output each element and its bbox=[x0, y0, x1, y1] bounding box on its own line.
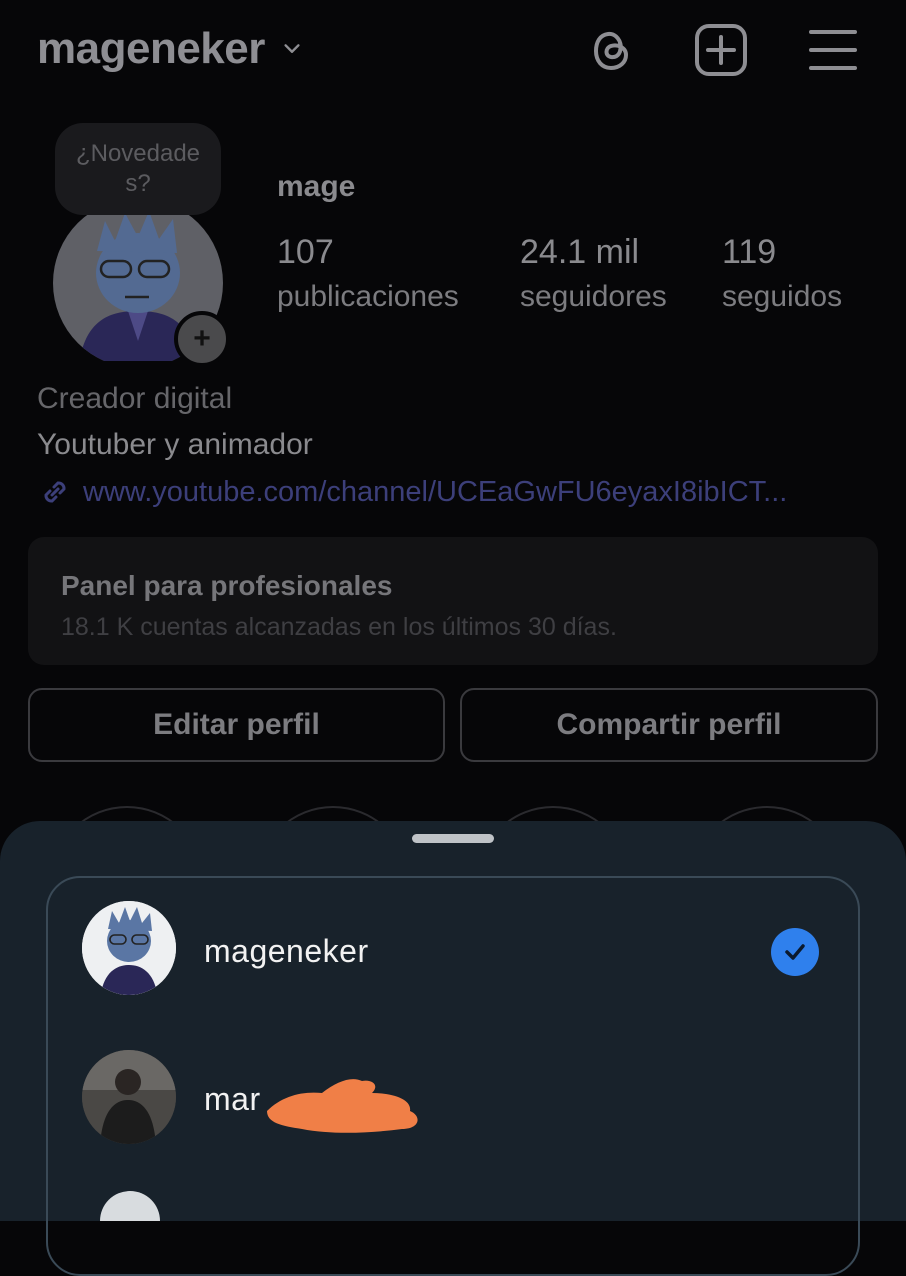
profile-username: mageneker bbox=[37, 24, 265, 73]
followers-label: seguidores bbox=[520, 280, 667, 313]
posts-count: 107 bbox=[277, 233, 334, 271]
professional-dashboard[interactable]: Panel para profesionales 18.1 K cuentas … bbox=[28, 537, 878, 665]
account-name[interactable]: mageneker bbox=[204, 933, 369, 970]
display-name: mage bbox=[277, 170, 356, 203]
sheet-drag-handle[interactable] bbox=[412, 834, 494, 843]
add-post-icon[interactable] bbox=[691, 20, 751, 80]
following-stat[interactable]: 119 seguidos bbox=[722, 233, 842, 314]
posts-stat[interactable]: 107 publicaciones bbox=[277, 233, 459, 314]
notes-bubble[interactable]: ¿Novedades? bbox=[55, 123, 221, 215]
add-story-icon[interactable]: + bbox=[174, 311, 230, 367]
professional-dashboard-subtitle: 18.1 K cuentas alcanzadas en los últimos… bbox=[61, 613, 617, 641]
chevron-down-icon bbox=[284, 44, 300, 53]
threads-icon[interactable] bbox=[581, 20, 641, 80]
profile-bio: Youtuber y animador bbox=[37, 428, 313, 461]
menu-icon[interactable] bbox=[803, 20, 863, 80]
account-avatar[interactable] bbox=[82, 901, 176, 995]
account-switcher-sheet: mageneker mar bbox=[0, 821, 906, 1276]
share-profile-button[interactable]: Compartir perfil bbox=[460, 688, 878, 762]
profile-link[interactable]: www.youtube.com/channel/UCEaGwFU6eyaxI8i… bbox=[37, 474, 787, 510]
account-switcher-toggle[interactable]: mageneker bbox=[37, 24, 303, 74]
posts-label: publicaciones bbox=[277, 280, 459, 313]
account-name[interactable]: mar bbox=[204, 1081, 261, 1118]
redaction-scribble bbox=[267, 1079, 418, 1133]
following-label: seguidos bbox=[722, 280, 843, 313]
notes-bubble-text: ¿Novedades? bbox=[75, 140, 201, 197]
edit-profile-button[interactable]: Editar perfil bbox=[28, 688, 445, 762]
account-avatar[interactable] bbox=[82, 1050, 176, 1144]
link-icon bbox=[44, 481, 66, 503]
checkmark-icon bbox=[771, 928, 819, 976]
profile-link-text: www.youtube.com/channel/UCEaGwFU6eyaxI8i… bbox=[83, 475, 788, 508]
followers-count: 24.1 mil bbox=[520, 233, 640, 271]
following-count: 119 bbox=[722, 233, 777, 271]
profile-category: Creador digital bbox=[37, 382, 233, 415]
professional-dashboard-title: Panel para profesionales bbox=[61, 570, 393, 601]
followers-stat[interactable]: 24.1 mil seguidores bbox=[520, 233, 667, 314]
